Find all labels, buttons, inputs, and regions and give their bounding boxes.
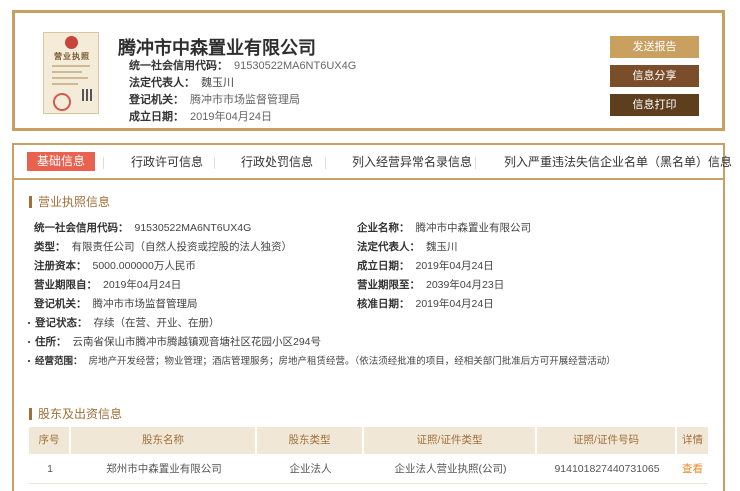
col-shareholder-name: 股东名称 — [71, 427, 257, 454]
field-founded: 成立日期： 2019年04月24日 — [357, 260, 494, 272]
col-cert-type: 证照/证件类型 — [364, 427, 537, 454]
tab-admin-license[interactable]: 行政许可信息 — [131, 145, 203, 180]
tab-abnormal-list[interactable]: 列入经营异常名录信息 — [352, 145, 472, 180]
national-emblem-icon — [65, 36, 78, 49]
field-business-scope: 经营范围： 房地产开发经营；物业管理；酒店管理服务；房地产租赁经营。（依法须经批准… — [28, 353, 616, 367]
header-founded: 成立日期： 2019年04月24日 — [129, 111, 272, 123]
seal-icon — [53, 93, 71, 111]
header-credit-code: 统一社会信用代码： 91530522MA6NT6UX4G — [129, 60, 357, 72]
license-section-title: 营业执照信息 — [29, 196, 110, 208]
field-credit-code: 统一社会信用代码： 91530522MA6NT6UX4G — [34, 222, 252, 234]
tab-blacklist[interactable]: 列入严重违法失信企业名单（黑名单）信息 — [504, 145, 732, 180]
col-index: 序号 — [29, 427, 71, 454]
print-info-button[interactable]: 信息打印 — [610, 94, 699, 116]
tab-admin-penalty[interactable]: 行政处罚信息 — [241, 145, 313, 180]
field-approved-date: 核准日期： 2019年04月24日 — [357, 298, 494, 310]
view-details-link[interactable]: 查看 — [677, 454, 708, 484]
share-info-button[interactable]: 信息分享 — [610, 65, 699, 87]
col-details: 详情 — [682, 434, 703, 446]
basic-info-panel: 营业执照信息 统一社会信用代码： 91530522MA6NT6UX4G 类型： 有限… — [12, 180, 725, 491]
table-header: 序号 股东名称 股东类型 证照/证件类型 证照/证件号码 详情 — [29, 427, 708, 454]
field-status: 登记状态： 存续（在营、开业、在册） — [28, 315, 220, 330]
business-license-thumbnail[interactable]: 营业执照 — [43, 32, 99, 114]
field-term-to: 营业期限至： 2039年04月23日 — [357, 279, 505, 291]
shareholder-section-title: 股东及出资信息 — [29, 408, 122, 420]
col-cert-number: 证照/证件号码 — [537, 427, 677, 454]
company-header-card: 营业执照 腾冲市中森置业有限公司 统一社会信用代码： 91530522MA6NT6… — [12, 10, 725, 131]
field-capital: 注册资本： 5000.000000万人民币 — [34, 260, 196, 272]
tab-basic-info[interactable]: 基础信息 — [27, 152, 96, 171]
field-type: 类型： 有限责任公司（自然人投资或控股的法人独资） — [34, 241, 292, 253]
col-shareholder-type: 股东类型 — [257, 427, 364, 454]
header-legal-rep: 法定代表人： 魏玉川 — [129, 77, 234, 89]
field-address: 住所： 云南省保山市腾冲市腾越镇观音塘社区花园小区294号 — [28, 334, 321, 349]
field-company-name: 企业名称： 腾冲市中森置业有限公司 — [357, 222, 531, 234]
field-term-from: 营业期限自： 2019年04月24日 — [34, 279, 182, 291]
license-thumb-title: 营业执照 — [54, 52, 90, 61]
field-authority: 登记机关： 腾冲市市场监督管理局 — [34, 298, 198, 310]
header-authority: 登记机关： 腾冲市市场监督管理局 — [129, 94, 300, 106]
tab-bar: 基础信息 行政许可信息 行政处罚信息 列入经营异常名录信息 列入严重违法失信企业… — [12, 143, 732, 180]
send-report-button[interactable]: 发送报告 — [610, 36, 699, 58]
table-row: 1 郑州市中森置业有限公司 企业法人 企业法人营业执照(公司) 91410182… — [29, 454, 708, 484]
field-legal-rep: 法定代表人： 魏玉川 — [357, 241, 458, 253]
qr-code-icon — [82, 89, 94, 101]
